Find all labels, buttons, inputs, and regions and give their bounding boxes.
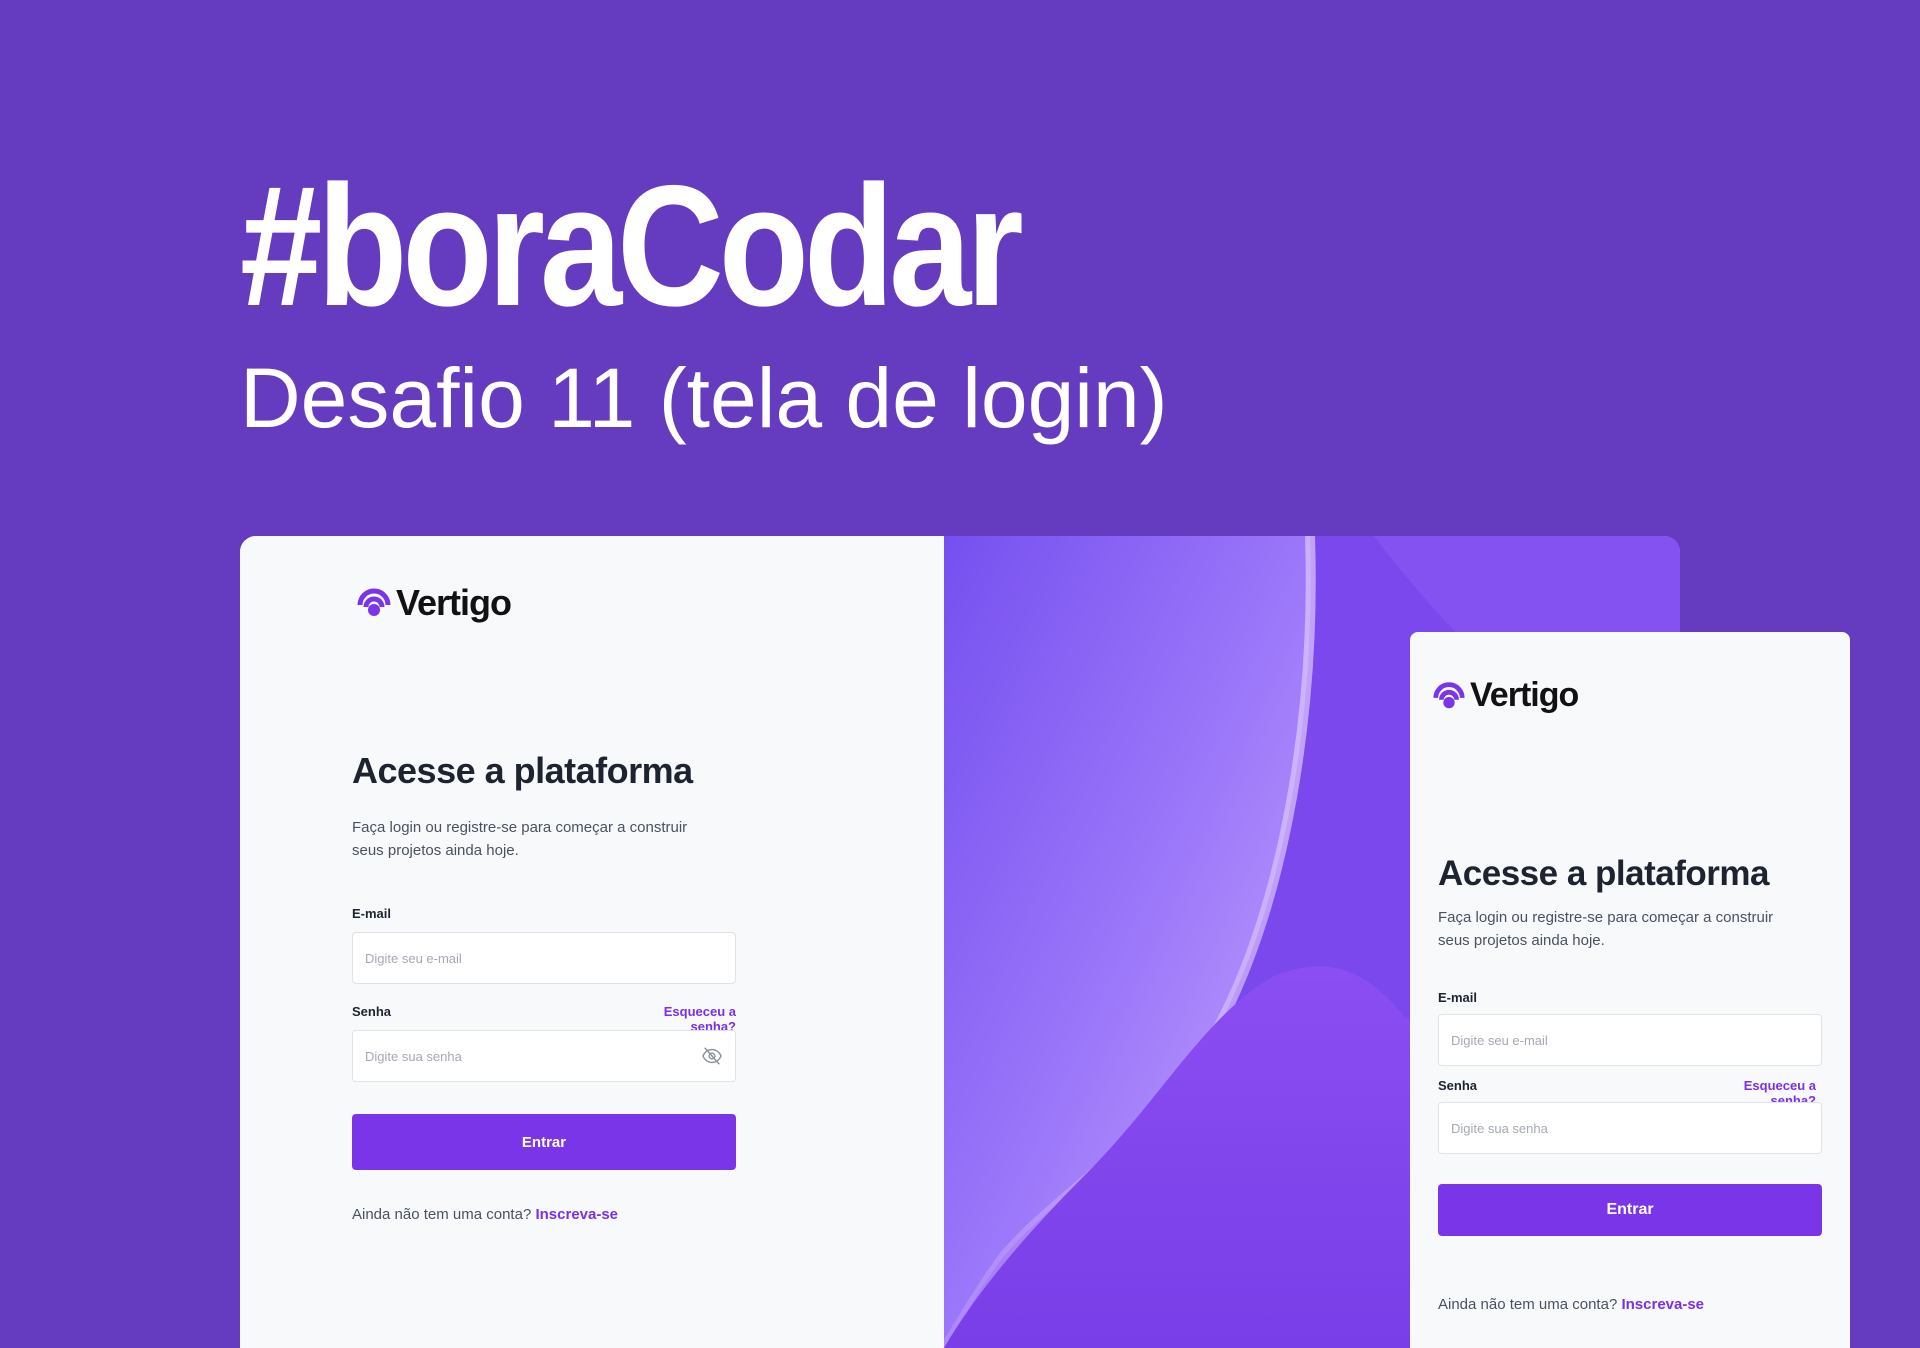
form-description-line: seus projetos ainda hoje. — [352, 842, 519, 860]
form-title: Acesse a plataforma — [1438, 854, 1769, 893]
signup-link[interactable]: Inscreva-se — [1621, 1296, 1704, 1313]
password-label: Senha — [352, 1004, 392, 1019]
password-field[interactable]: Digite sua senha — [1438, 1102, 1822, 1154]
signup-prompt: Ainda não tem uma conta? Inscreva-se — [352, 1206, 618, 1223]
mobile-mockup: Vertigo Acesse a plataforma Faça login o… — [1410, 632, 1850, 1348]
email-placeholder: Digite seu e-mail — [365, 950, 462, 966]
brand-name: Vertigo — [396, 582, 512, 623]
email-field[interactable]: Digite seu e-mail — [1438, 1014, 1822, 1066]
form-description-line: Faça login ou registre-se para começar a… — [352, 819, 688, 836]
password-placeholder: Digite sua senha — [365, 1048, 462, 1064]
form-description: Faça login ou registre-se para começar a… — [352, 816, 687, 863]
signup-prompt: Ainda não tem uma conta? Inscreva-se — [1438, 1296, 1704, 1313]
hero-title: #boraCodar — [240, 150, 1024, 342]
email-label: E-mail — [352, 906, 392, 921]
email-label: E-mail — [1438, 990, 1478, 1005]
email-field[interactable]: Digite seu e-mail — [352, 932, 736, 984]
signup-prefix: Ainda não tem uma conta? — [352, 1206, 532, 1223]
signup-prefix: Ainda não tem uma conta? — [1438, 1296, 1618, 1313]
form-description-line: Faça login ou registre-se para começar a… — [1438, 909, 1774, 926]
hero-subtitle: Desafio 11 (tela de login) — [240, 351, 1168, 445]
password-label: Senha — [1438, 1078, 1478, 1093]
password-field[interactable]: Digite sua senha — [352, 1030, 736, 1082]
vertigo-logo-icon — [1433, 681, 1465, 708]
form-title: Acesse a plataforma — [352, 750, 693, 791]
vertigo-logo[interactable]: Vertigo — [1432, 676, 1579, 715]
form-description-line: seus projetos ainda hoje. — [1438, 932, 1605, 950]
email-placeholder: Digite seu e-mail — [1451, 1032, 1548, 1048]
vertigo-logo[interactable]: Vertigo — [356, 582, 512, 624]
vertigo-logo-icon — [357, 588, 391, 616]
brand-name: Vertigo — [1470, 676, 1579, 714]
password-placeholder: Digite sua senha — [1451, 1120, 1548, 1136]
desktop-form-panel: Vertigo Acesse a plataforma Faça login o… — [240, 536, 944, 1348]
signup-link[interactable]: Inscreva-se — [535, 1206, 618, 1223]
form-description: Faça login ou registre-se para começar a… — [1438, 906, 1773, 953]
submit-button[interactable]: Entrar — [1438, 1184, 1822, 1236]
submit-button[interactable]: Entrar — [352, 1114, 736, 1170]
eye-off-icon[interactable] — [701, 1045, 723, 1067]
